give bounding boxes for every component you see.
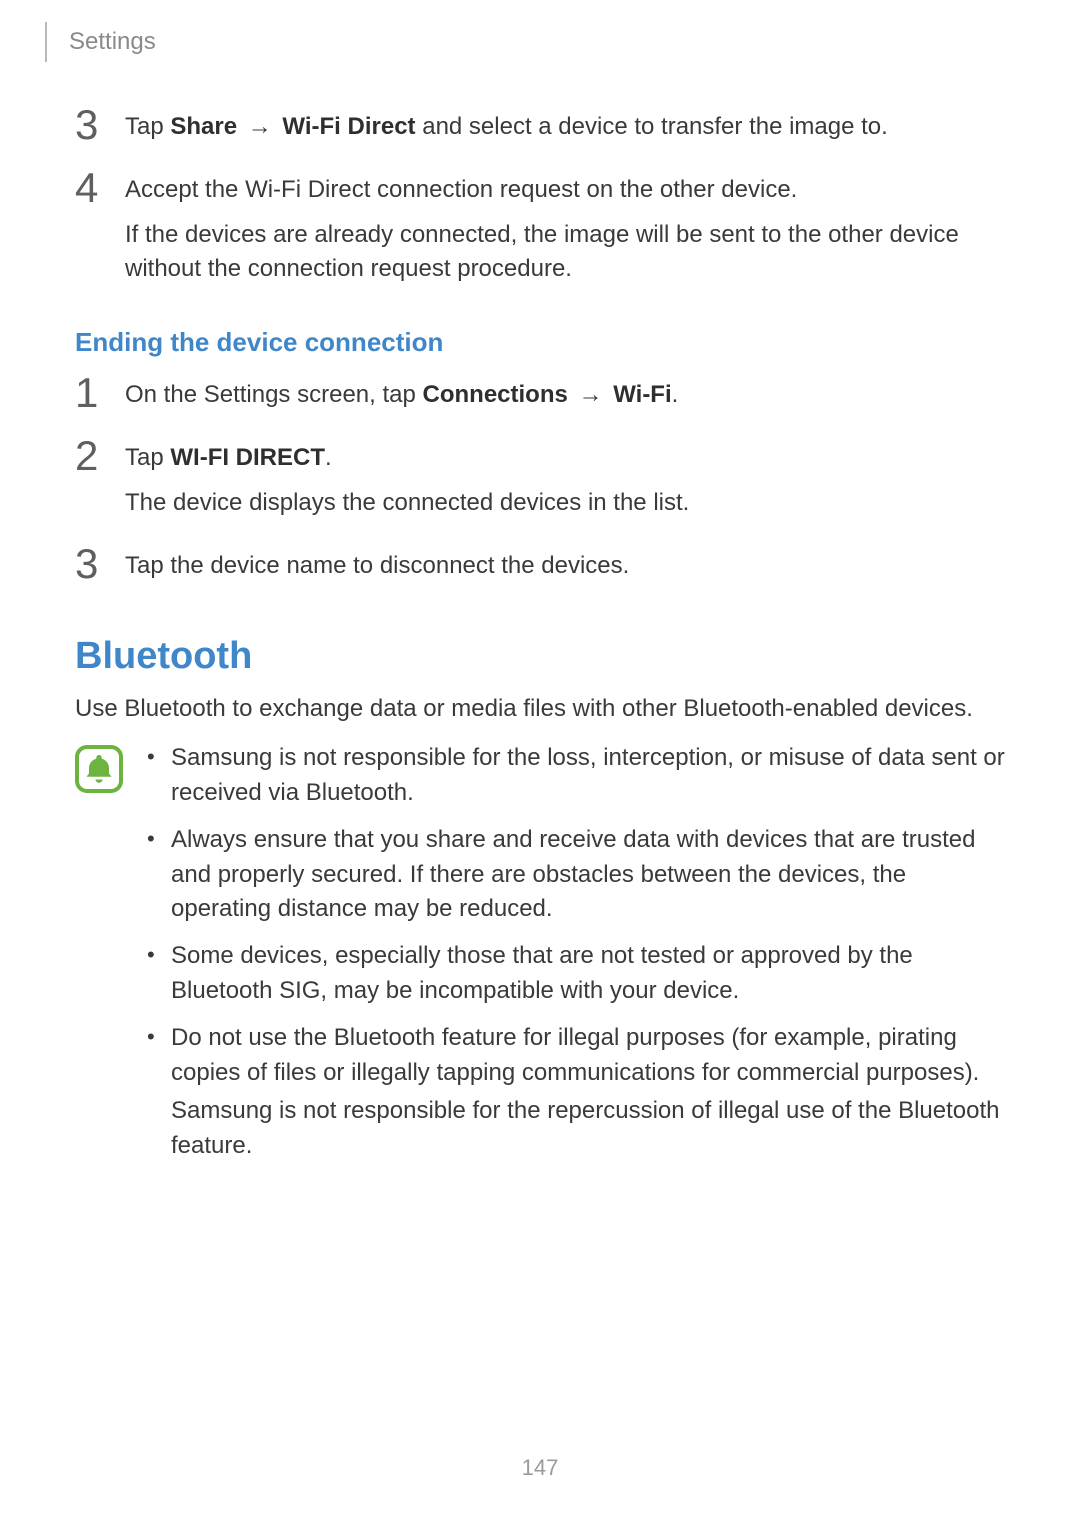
bluetooth-intro: Use Bluetooth to exchange data or media … — [75, 692, 1005, 727]
step-body: Accept the Wi-Fi Direct connection reque… — [125, 173, 1005, 297]
step-body: Tap WI-FI DIRECT. The device displays th… — [125, 441, 1005, 531]
step-4: 4 Accept the Wi-Fi Direct connection req… — [75, 173, 1005, 297]
notice-block: Samsung is not responsible for the loss,… — [75, 741, 1005, 1176]
header-title: Settings — [69, 28, 156, 56]
step-number: 4 — [75, 167, 125, 209]
end-step-3: 3 Tap the device name to disconnect the … — [75, 549, 1005, 594]
step-subtext: The device displays the connected device… — [125, 486, 1005, 521]
step-body: Tap the device name to disconnect the de… — [125, 549, 1005, 594]
header-rule — [45, 22, 47, 62]
note-icon — [75, 745, 125, 793]
page-number: 147 — [0, 1455, 1080, 1481]
step-number: 1 — [75, 372, 125, 414]
heading-bluetooth: Bluetooth — [75, 635, 1005, 678]
step-3: 3 Tap Share → Wi-Fi Direct and select a … — [75, 110, 1005, 155]
step-text: Tap WI-FI DIRECT. — [125, 441, 1005, 476]
step-subtext: If the devices are already connected, th… — [125, 218, 1005, 288]
step-number: 2 — [75, 435, 125, 477]
end-step-2: 2 Tap WI-FI DIRECT. The device displays … — [75, 441, 1005, 531]
step-text: Tap the device name to disconnect the de… — [125, 549, 1005, 584]
step-number: 3 — [75, 104, 125, 146]
notice-item: Samsung is not responsible for the loss,… — [143, 741, 1005, 811]
notice-item: Do not use the Bluetooth feature for ill… — [143, 1021, 1005, 1164]
notice-list: Samsung is not responsible for the loss,… — [143, 741, 1005, 1176]
end-step-1: 1 On the Settings screen, tap Connection… — [75, 378, 1005, 423]
subheading-ending-connection: Ending the device connection — [75, 327, 1005, 358]
notice-item: Some devices, especially those that are … — [143, 939, 1005, 1009]
step-text: On the Settings screen, tap Connections … — [125, 378, 1005, 413]
step-body: Tap Share → Wi-Fi Direct and select a de… — [125, 110, 1005, 155]
step-body: On the Settings screen, tap Connections … — [125, 378, 1005, 423]
step-text: Accept the Wi-Fi Direct connection reque… — [125, 173, 1005, 208]
page-header: Settings — [45, 22, 156, 62]
step-text: Tap Share → Wi-Fi Direct and select a de… — [125, 110, 1005, 145]
notice-item: Always ensure that you share and receive… — [143, 823, 1005, 927]
page-content: 3 Tap Share → Wi-Fi Direct and select a … — [75, 0, 1005, 1176]
step-number: 3 — [75, 543, 125, 585]
manual-page: Settings 3 Tap Share → Wi-Fi Direct and … — [0, 0, 1080, 1527]
